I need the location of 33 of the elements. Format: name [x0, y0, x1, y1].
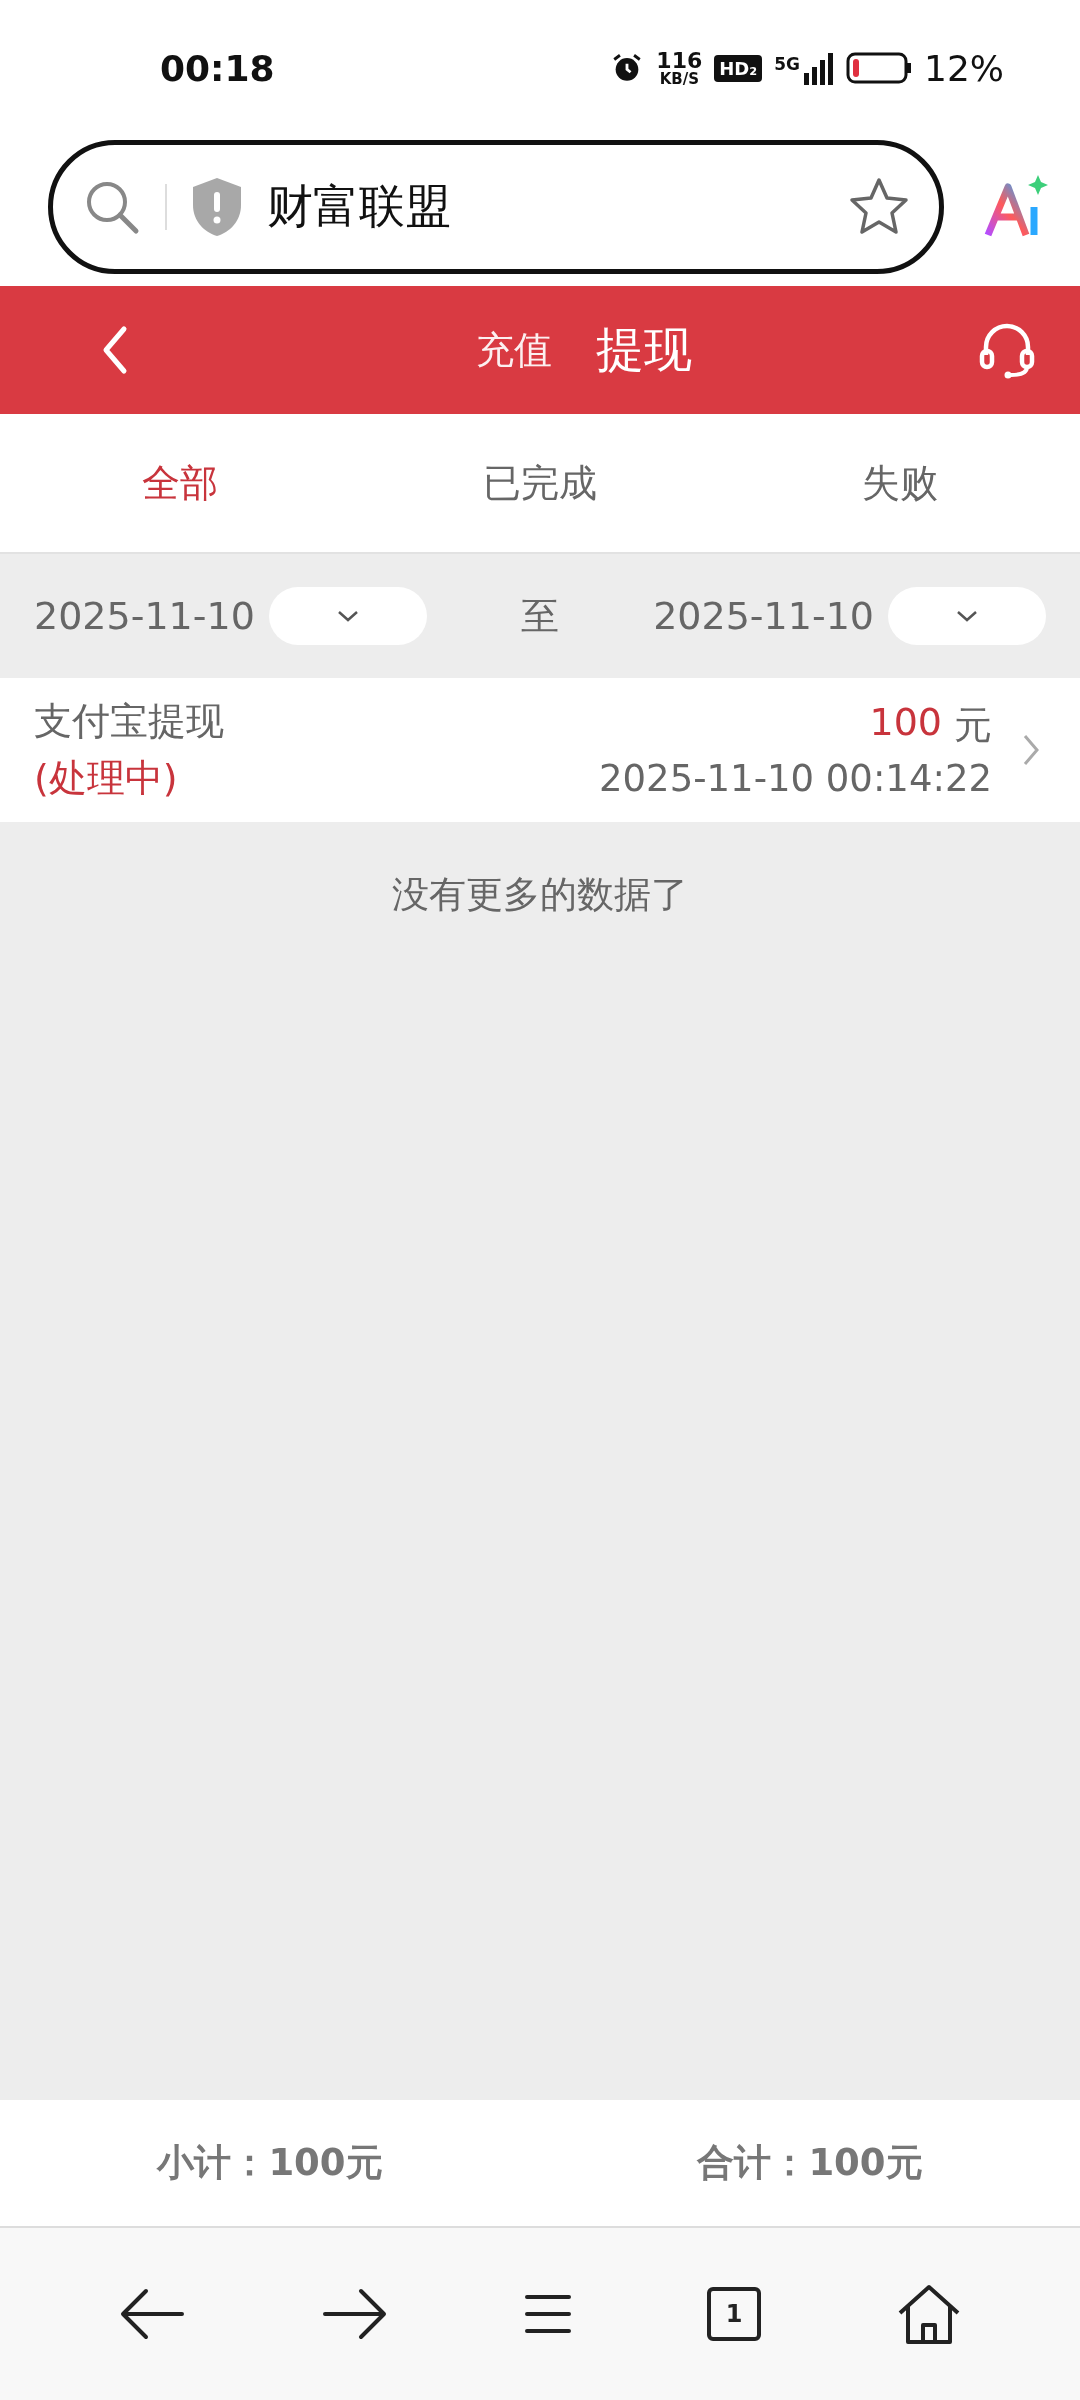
- record-row[interactable]: 支付宝提现 (处理中) 100 元 2025-11-10 00:14:22: [0, 678, 1080, 822]
- hd-badge: HD₂: [714, 54, 763, 82]
- address-bar[interactable]: 财富联盟: [48, 140, 944, 274]
- record-time: 2025-11-10 00:14:22: [599, 757, 992, 800]
- range-separator: 至: [520, 592, 560, 640]
- status-time: 00:18: [160, 47, 275, 89]
- subtotal: 小计：100元: [155, 2140, 384, 2186]
- chevron-right-icon: [1022, 733, 1040, 767]
- battery-icon: [846, 52, 912, 84]
- filter-tab[interactable]: 失败: [720, 457, 1080, 509]
- battery-percent: 12%: [924, 47, 1004, 89]
- end-date: 2025-11-10: [653, 594, 874, 638]
- network-type: 5G: [774, 53, 800, 74]
- record-amount: 100: [869, 700, 942, 746]
- record-status: (处理中): [34, 755, 179, 802]
- filter-tab[interactable]: 全部: [0, 457, 360, 509]
- chevron-down-icon: [956, 610, 978, 622]
- record-title: 支付宝提现: [34, 698, 225, 745]
- filter-tab[interactable]: 已完成: [360, 457, 720, 509]
- list-end-message: 没有更多的数据了: [392, 872, 688, 918]
- forward-arrow-icon[interactable]: [320, 2287, 389, 2341]
- menu-icon[interactable]: [523, 2293, 572, 2335]
- chevron-down-icon: [336, 610, 359, 622]
- start-date: 2025-11-10: [34, 594, 255, 638]
- headset-icon[interactable]: [978, 321, 1036, 379]
- site-title: 财富联盟: [267, 178, 452, 235]
- signal-icon: [804, 51, 834, 85]
- header-tab[interactable]: 提现: [596, 318, 692, 382]
- header-tab[interactable]: 充值: [476, 324, 552, 376]
- network-speed: 116 KB/S: [656, 49, 703, 87]
- currency-unit: 元: [954, 702, 992, 749]
- total: 合计：100元: [695, 2140, 924, 2186]
- tabs-button[interactable]: 1: [707, 2287, 762, 2341]
